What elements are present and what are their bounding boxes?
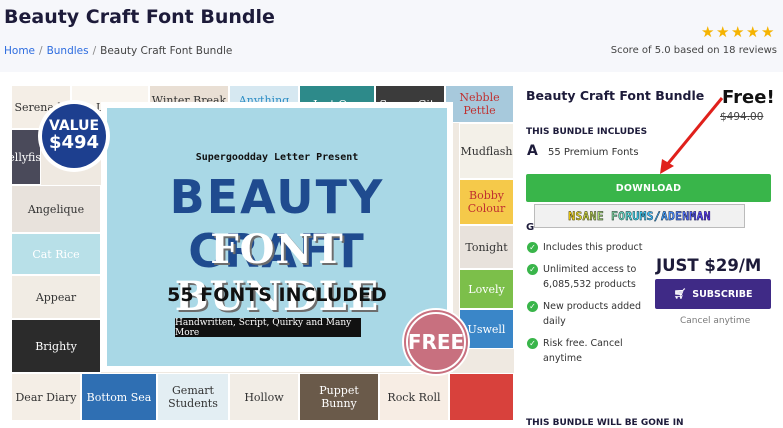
price-free: Free! <box>722 87 775 108</box>
gone-heading: THIS BUNDLE WILL BE GONE IN <box>526 418 684 428</box>
breadcrumb-separator: / <box>92 45 97 57</box>
price-old: $494.00 <box>720 111 764 123</box>
hero-subtitle: Handwritten, Script, Quirky and Many Mor… <box>175 318 361 338</box>
hero-center-panel: Supergoodday Letter Present BEAUTY CRAFT… <box>101 102 453 372</box>
page-title: Beauty Craft Font Bundle <box>4 6 275 28</box>
star-icon: ★ <box>746 24 760 41</box>
arrow-shaft <box>664 97 724 167</box>
breadcrumb-home[interactable]: Home <box>4 45 35 57</box>
font-tile <box>449 373 514 421</box>
free-badge: FREE <box>402 308 470 376</box>
star-icon: ★ <box>716 24 730 41</box>
benefit-text: New products added daily <box>543 301 642 327</box>
breadcrumb-bundles[interactable]: Bundles <box>47 45 89 57</box>
list-item: ✓ Risk free. Cancel anytime <box>527 336 647 366</box>
font-tile: Puppet Bunny <box>299 373 379 421</box>
star-icon: ★ <box>731 24 745 41</box>
check-icon: ✓ <box>527 301 538 312</box>
benefits-list: ✓ Includes this product ✓ Unlimited access… <box>527 240 647 373</box>
star-icon: ★ <box>761 24 775 41</box>
value-amount: $494 <box>48 131 100 153</box>
watermark-text: NSANE FORUMS/ADENMAN <box>568 209 711 223</box>
list-item: ✓ New products added daily <box>527 299 647 329</box>
breadcrumb-separator: / <box>39 45 43 57</box>
font-tile: Angelique <box>11 185 101 233</box>
font-tile: Gemart Students <box>157 373 229 421</box>
arrow-head-icon <box>660 159 674 174</box>
font-tile: Jellyfish <box>11 129 41 185</box>
breadcrumb: Home / Bundles / Beauty Craft Font Bundle <box>4 45 232 57</box>
product-image[interactable]: Serenade Land Winter Break Anything Just… <box>11 85 514 421</box>
list-item: ✓ Unlimited access to 6,085,532 products <box>527 262 647 292</box>
hero-fonts-included: 55 FONTS INCLUDED <box>167 284 387 306</box>
check-icon: ✓ <box>527 264 538 275</box>
subscribe-label: SUBSCRIBE <box>692 288 753 300</box>
breadcrumb-current: Beauty Craft Font Bundle <box>100 45 233 57</box>
watermark-overlay: NSANE FORUMS/ADENMAN <box>534 204 745 228</box>
font-tile: Cat Rice <box>11 233 101 275</box>
font-tile: Brighty <box>11 319 101 373</box>
benefit-text: Risk free. Cancel anytime <box>543 338 623 364</box>
font-tile: Tonight <box>459 225 514 269</box>
font-tile: Nebble Pettle <box>445 85 514 123</box>
font-icon: A <box>527 143 538 159</box>
font-count: 55 Premium Fonts <box>548 147 639 158</box>
check-icon: ✓ <box>527 242 538 253</box>
cart-icon: 🛒︎ <box>673 288 687 300</box>
free-badge-label: FREE <box>404 310 468 374</box>
includes-heading: THIS BUNDLE INCLUDES <box>526 127 648 137</box>
list-item: ✓ Includes this product <box>527 240 647 255</box>
bundle-name: Beauty Craft Font Bundle <box>526 88 705 103</box>
rating-stars: ★ ★ ★ ★ ★ <box>701 24 775 41</box>
font-tile: Rock Roll <box>379 373 449 421</box>
subscribe-button[interactable]: 🛒︎ SUBSCRIBE <box>655 279 771 309</box>
partial-heading: G <box>526 222 535 233</box>
benefit-text: Unlimited access to 6,085,532 products <box>543 264 637 290</box>
check-icon: ✓ <box>527 338 538 349</box>
font-tile: Bobby Colour <box>459 179 514 225</box>
cancel-note: Cancel anytime <box>680 316 751 326</box>
font-tile: Mudflash <box>459 123 514 179</box>
subscription-price: JUST $29/M <box>656 256 762 275</box>
star-icon: ★ <box>701 24 715 41</box>
rating-score: Score of 5.0 based on 18 reviews <box>610 45 777 56</box>
value-badge: VALUE $494 <box>38 100 110 172</box>
font-tile: Bottom Sea <box>81 373 157 421</box>
download-button[interactable]: DOWNLOAD <box>526 174 771 202</box>
benefit-text: Includes this product <box>543 242 643 253</box>
font-tile: Appear <box>11 275 101 319</box>
font-tile: Lovely <box>459 269 514 309</box>
font-tile: Hollow <box>229 373 299 421</box>
hero-presenter: Supergoodday Letter Present <box>195 152 359 163</box>
font-tile: Dear Diary <box>11 373 81 421</box>
